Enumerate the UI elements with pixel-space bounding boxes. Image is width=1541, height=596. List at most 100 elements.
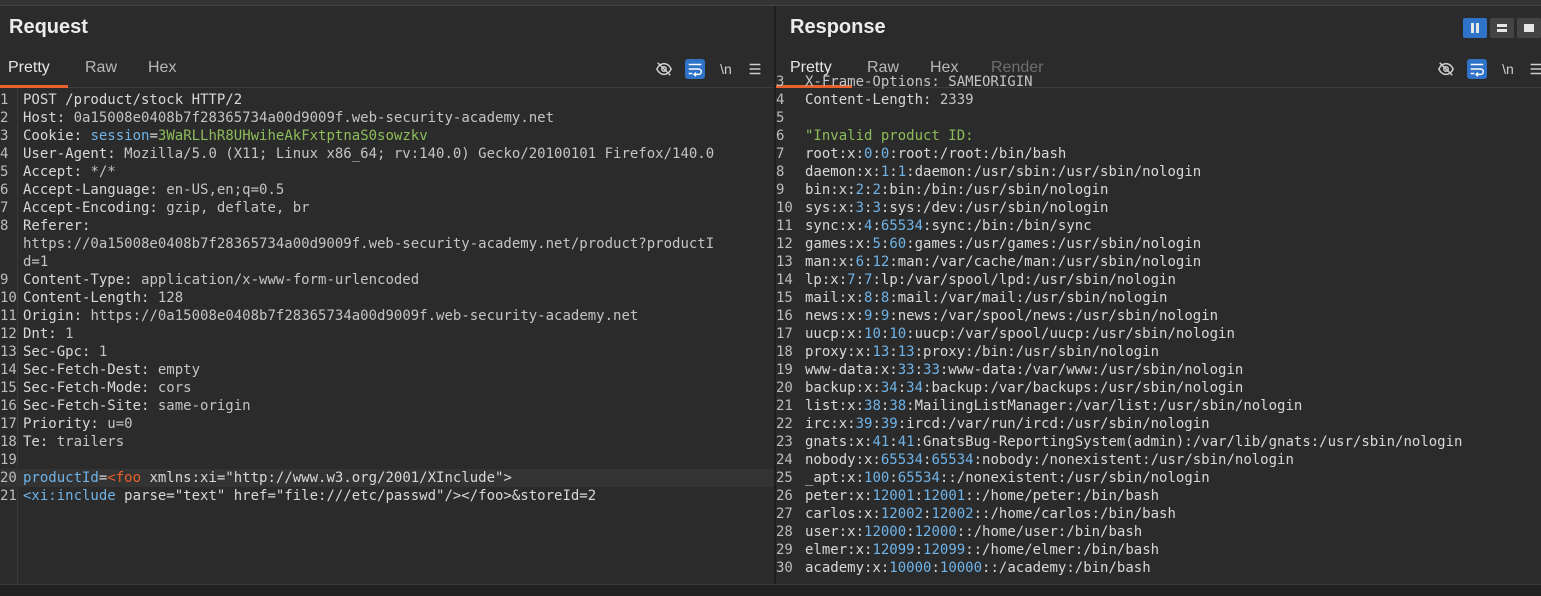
response-line-number: 21 <box>776 398 793 414</box>
request-line[interactable]: 16 Sec-Fetch-Site: same-origin <box>0 397 774 415</box>
response-line[interactable]: 21 list:x:38:38:MailingListManager:/var/l… <box>776 397 1541 415</box>
response-line-number: 12 <box>776 236 793 252</box>
request-line[interactable]: 4 User-Agent: Mozilla/5.0 (X11; Linux x86… <box>0 145 774 163</box>
request-line[interactable]: 21 <xi:include parse="text" href="file://… <box>0 487 774 505</box>
newline-icon[interactable]: \n <box>716 59 736 79</box>
response-line[interactable]: 22 irc:x:39:39:ircd:/var/run/ircd:/usr/sb… <box>776 415 1541 433</box>
request-line-text: Referer: <box>23 218 91 234</box>
request-line[interactable]: 18 Te: trailers <box>0 433 774 451</box>
response-line[interactable]: 30 academy:x:10000:10000::/academy:/bin/b… <box>776 559 1541 577</box>
response-line-number: 9 <box>776 182 785 198</box>
request-line[interactable]: 14 Sec-Fetch-Dest: empty <box>0 361 774 379</box>
request-line-number: 12 <box>0 326 17 342</box>
response-line-text: _apt:x:100:65534::/nonexistent:/usr/sbin… <box>805 470 1210 486</box>
request-line[interactable]: d=1 <box>0 253 774 271</box>
response-line[interactable]: 15 mail:x:8:8:mail:/var/mail:/usr/sbin/no… <box>776 289 1541 307</box>
response-line-number: 3 <box>776 74 785 90</box>
response-line[interactable]: 28 user:x:12000:12000::/home/user:/bin/ba… <box>776 523 1541 541</box>
request-editor[interactable]: 1 POST /product/stock HTTP/2 2 Host: 0a1500… <box>0 89 774 584</box>
layout-split-vertical-icon[interactable] <box>1463 18 1487 38</box>
response-line[interactable]: 14 lp:x:7:7:lp:/var/spool/lpd:/usr/sbin/n… <box>776 271 1541 289</box>
response-line[interactable]: 10 sys:x:3:3:sys:/dev:/usr/sbin/nologin <box>776 199 1541 217</box>
request-title: Request <box>9 16 88 38</box>
response-line-text: nobody:x:65534:65534:nobody:/nonexistent… <box>805 452 1294 468</box>
request-line[interactable]: 2 Host: 0a15008e0408b7f28365734a00d9009f.… <box>0 109 774 127</box>
response-line[interactable]: 6 "Invalid product ID: <box>776 127 1541 145</box>
request-line[interactable]: 6 Accept-Language: en-US,en;q=0.5 <box>0 181 774 199</box>
request-line[interactable]: 1 POST /product/stock HTTP/2 <box>0 91 774 109</box>
request-line[interactable]: 3 Cookie: session=3WaRLLhR8UHwiheAkFxtptn… <box>0 127 774 145</box>
response-line-number: 26 <box>776 488 793 504</box>
request-line[interactable]: 12 Dnt: 1 <box>0 325 774 343</box>
request-line[interactable]: 15 Sec-Fetch-Mode: cors <box>0 379 774 397</box>
request-line[interactable]: 17 Priority: u=0 <box>0 415 774 433</box>
response-line-text: bin:x:2:2:bin:/bin:/usr/sbin/nologin <box>805 182 1109 198</box>
response-line[interactable]: 5 <box>776 109 1541 127</box>
request-line-number: 4 <box>0 146 9 162</box>
request-line[interactable]: 9 Content-Type: application/x-www-form-ur… <box>0 271 774 289</box>
request-line-text: Origin: https://0a15008e0408b7f28365734a… <box>23 308 639 324</box>
hamburger-menu-icon[interactable] <box>745 59 765 79</box>
request-line-number: 8 <box>0 218 9 234</box>
response-line[interactable]: 18 proxy:x:13:13:proxy:/bin:/usr/sbin/nol… <box>776 343 1541 361</box>
response-line-text: X-Frame-Options: SAMEORIGIN <box>805 74 1033 90</box>
response-line-number: 5 <box>776 110 785 126</box>
response-line[interactable]: 7 root:x:0:0:root:/root:/bin/bash <box>776 145 1541 163</box>
wrap-lines-icon[interactable] <box>685 59 705 79</box>
response-line[interactable]: 8 daemon:x:1:1:daemon:/usr/sbin:/usr/sbin… <box>776 163 1541 181</box>
request-line-number: 11 <box>0 308 17 324</box>
response-line-text: list:x:38:38:MailingListManager:/var/lis… <box>805 398 1303 414</box>
request-tab-pretty[interactable]: Pretty <box>6 59 52 77</box>
response-line[interactable]: 4 Content-Length: 2339 <box>776 91 1541 109</box>
layout-split-horizontal-icon[interactable] <box>1490 18 1514 38</box>
response-line[interactable]: 13 man:x:6:12:man:/var/cache/man:/usr/sbi… <box>776 253 1541 271</box>
response-line-text: uucp:x:10:10:uucp:/var/spool/uucp:/usr/s… <box>805 326 1235 342</box>
response-line-number: 13 <box>776 254 793 270</box>
response-editor[interactable]: 3 X-Frame-Options: SAMEORIGIN 4 Content-Len… <box>776 74 1541 584</box>
request-line-number: 19 <box>0 452 17 468</box>
request-line[interactable]: https://0a15008e0408b7f28365734a00d9009f… <box>0 235 774 253</box>
response-line[interactable]: 26 peter:x:12001:12001::/home/peter:/bin/… <box>776 487 1541 505</box>
response-title: Response <box>790 16 886 38</box>
response-line-text: man:x:6:12:man:/var/cache/man:/usr/sbin/… <box>805 254 1202 270</box>
response-line[interactable]: 27 carlos:x:12002:12002::/home/carlos:/bi… <box>776 505 1541 523</box>
request-line-number: 13 <box>0 344 17 360</box>
response-line[interactable]: 24 nobody:x:65534:65534:nobody:/nonexiste… <box>776 451 1541 469</box>
response-line-number: 18 <box>776 344 793 360</box>
request-line[interactable]: 19 <box>0 451 774 469</box>
response-line[interactable]: 3 X-Frame-Options: SAMEORIGIN <box>776 73 1541 91</box>
request-line[interactable]: 11 Origin: https://0a15008e0408b7f2836573… <box>0 307 774 325</box>
response-line[interactable]: 29 elmer:x:12099:12099::/home/elmer:/bin/… <box>776 541 1541 559</box>
request-line[interactable]: 5 Accept: */* <box>0 163 774 181</box>
layout-single-icon[interactable] <box>1517 18 1541 38</box>
request-line-text: Accept: */* <box>23 164 116 180</box>
response-line[interactable]: 16 news:x:9:9:news:/var/spool/news:/usr/s… <box>776 307 1541 325</box>
response-line[interactable]: 11 sync:x:4:65534:sync:/bin:/bin/sync <box>776 217 1541 235</box>
response-line-number: 4 <box>776 92 785 108</box>
request-line[interactable]: 8 Referer: <box>0 217 774 235</box>
response-line[interactable]: 25 _apt:x:100:65534::/nonexistent:/usr/sb… <box>776 469 1541 487</box>
request-line-text: Accept-Language: en-US,en;q=0.5 <box>23 182 285 198</box>
response-line[interactable]: 12 games:x:5:60:games:/usr/games:/usr/sbi… <box>776 235 1541 253</box>
request-line[interactable]: 10 Content-Length: 128 <box>0 289 774 307</box>
response-line[interactable]: 9 bin:x:2:2:bin:/bin:/usr/sbin/nologin <box>776 181 1541 199</box>
response-line-text: Content-Length: 2339 <box>805 92 974 108</box>
request-active-tab-indicator <box>0 85 68 88</box>
response-line-number: 20 <box>776 380 793 396</box>
response-line-number: 27 <box>776 506 793 522</box>
response-line-text: daemon:x:1:1:daemon:/usr/sbin:/usr/sbin/… <box>805 164 1202 180</box>
request-line[interactable]: 13 Sec-Gpc: 1 <box>0 343 774 361</box>
request-line-text: Priority: u=0 <box>23 416 133 432</box>
request-line[interactable]: 20 productId=<foo xmlns:xi="http://www.w3… <box>0 469 774 487</box>
request-line[interactable]: 7 Accept-Encoding: gzip, deflate, br <box>0 199 774 217</box>
response-line[interactable]: 23 gnats:x:41:41:GnatsBug-ReportingSystem… <box>776 433 1541 451</box>
request-tab-raw[interactable]: Raw <box>83 59 119 77</box>
response-line[interactable]: 19 www-data:x:33:33:www-data:/var/www:/us… <box>776 361 1541 379</box>
response-line-text: www-data:x:33:33:www-data:/var/www:/usr/… <box>805 362 1244 378</box>
request-line-text: Content-Type: application/x-www-form-url… <box>23 272 420 288</box>
response-line[interactable]: 17 uucp:x:10:10:uucp:/var/spool/uucp:/usr… <box>776 325 1541 343</box>
request-tab-hex[interactable]: Hex <box>146 59 178 77</box>
response-line[interactable]: 20 backup:x:34:34:backup:/var/backups:/us… <box>776 379 1541 397</box>
response-line-text: mail:x:8:8:mail:/var/mail:/usr/sbin/nolo… <box>805 290 1168 306</box>
eye-slash-icon[interactable] <box>654 59 674 79</box>
